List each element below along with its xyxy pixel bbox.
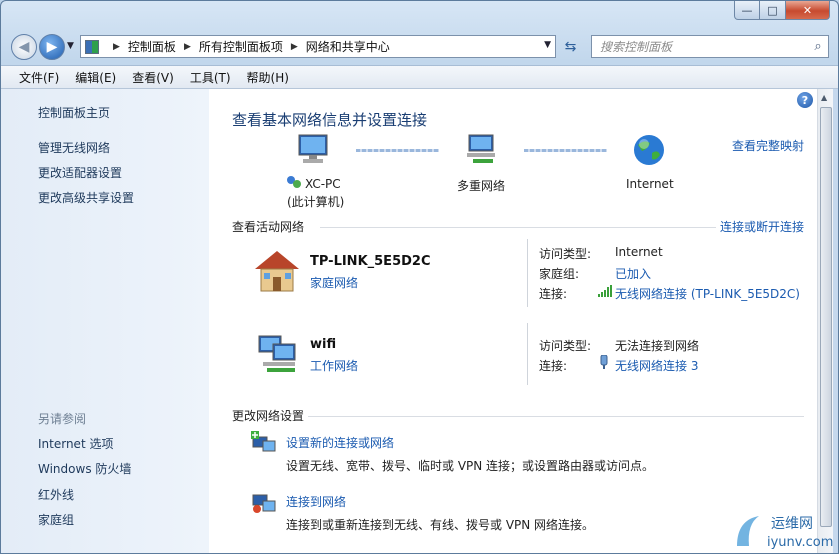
chevron-right-icon[interactable]: ▶ (184, 42, 191, 52)
watermark-logo: 运维网 iyunv.com (737, 516, 833, 550)
breadcrumb-network-center[interactable]: 网络和共享中心 (306, 38, 390, 55)
connect-disconnect-link[interactable]: 连接或断开连接 (720, 218, 804, 235)
wireless-connection-link[interactable]: 无线网络连接 3 (615, 357, 698, 374)
window-frame (833, 89, 838, 553)
network-type-link[interactable]: 工作网络 (310, 357, 358, 374)
access-type-value: 无法连接到网络 (615, 339, 700, 353)
control-panel-icon (85, 39, 99, 54)
homegroup-joined-link[interactable]: 已加入 (615, 265, 651, 282)
maximize-button[interactable]: □ (760, 1, 786, 20)
address-dropdown-icon[interactable]: ▼ (544, 40, 551, 50)
menu-edit[interactable]: 编辑(E) (67, 69, 124, 86)
change-settings-heading: 更改网络设置 (232, 409, 305, 423)
breadcrumb-control-panel[interactable]: 控制面板 (128, 38, 176, 55)
computer-icon[interactable] (295, 133, 335, 167)
search-box[interactable]: 搜索控制面板 ⌕ (591, 35, 829, 58)
menu-help[interactable]: 帮助(H) (239, 69, 297, 86)
network-type-link[interactable]: 家庭网络 (310, 274, 358, 291)
map-link-line (524, 149, 607, 152)
sidebar-item-home[interactable]: 控制面板主页 (38, 104, 110, 121)
chevron-right-icon[interactable]: ▶ (291, 42, 298, 52)
sidebar-item-internet-options[interactable]: Internet 选项 (38, 435, 113, 452)
see-also-heading: 另请参阅 (38, 412, 87, 426)
active-networks-heading: 查看活动网络 (232, 220, 305, 234)
arrow-left-icon: ◀ (18, 39, 30, 55)
wireless-adapter-icon (600, 355, 608, 369)
forward-button[interactable]: ▶ (39, 34, 65, 60)
refresh-button[interactable]: ⇆ (558, 35, 583, 58)
network-name: TP-LINK_5E5D2C (310, 254, 431, 269)
computer-name: XC-PC (305, 177, 341, 191)
wireless-connection-link[interactable]: 无线网络连接 (TP-LINK_5E5D2C) (615, 285, 800, 302)
svg-text:iyunv.com: iyunv.com (767, 535, 833, 550)
sidebar-item-firewall[interactable]: Windows 防火墙 (38, 460, 131, 477)
search-input[interactable]: 搜索控制面板 (600, 38, 808, 55)
divider (527, 323, 528, 385)
menu-file[interactable]: 文件(F) (11, 69, 67, 86)
connection-label: 连接: (539, 287, 568, 301)
address-bar[interactable]: ▶ 控制面板 ▶ 所有控制面板项 ▶ 网络和共享中心 ▼ (80, 35, 556, 58)
access-type-value: Internet (615, 245, 663, 259)
internet-label: Internet (626, 177, 674, 191)
divider (527, 239, 528, 307)
sidebar-item-advanced-sharing[interactable]: 更改高级共享设置 (38, 189, 134, 206)
main-content: ? 查看基本网络信息并设置连接 查看完整映射 XC-PC (此计算机) 多重网络… (209, 89, 817, 553)
recent-pages-dropdown-icon[interactable]: ▼ (67, 41, 74, 51)
connect-to-network-desc: 连接到或重新连接到无线、有线、拨号或 VPN 网络连接。 (286, 518, 595, 532)
breadcrumb-all-items[interactable]: 所有控制面板项 (199, 38, 283, 55)
multiple-networks-icon[interactable] (463, 133, 503, 167)
breadcrumb: ▶ 控制面板 ▶ 所有控制面板项 ▶ 网络和共享中心 (105, 38, 390, 55)
divider (308, 416, 804, 417)
caption-buttons: — □ ✕ (734, 1, 830, 20)
menu-view[interactable]: 查看(V) (124, 69, 182, 86)
page-title: 查看基本网络信息并设置连接 (232, 111, 428, 129)
multiple-networks-label: 多重网络 (457, 179, 506, 193)
sidebar: 控制面板主页 管理无线网络 更改适配器设置 更改高级共享设置 另请参阅 Inte… (1, 89, 209, 553)
work-network-icon[interactable] (255, 332, 303, 378)
search-icon[interactable]: ⌕ (808, 39, 828, 54)
homegroup-label: 家庭组: (539, 267, 580, 281)
connection-label: 连接: (539, 359, 568, 373)
full-map-link[interactable]: 查看完整映射 (732, 137, 804, 154)
refresh-icon: ⇆ (564, 38, 577, 55)
home-network-icon[interactable] (251, 247, 303, 293)
back-button[interactable]: ◀ (11, 34, 37, 60)
globe-icon[interactable] (632, 133, 666, 167)
sidebar-item-manage-wireless[interactable]: 管理无线网络 (38, 139, 110, 156)
signal-strength-icon (598, 285, 612, 297)
computer-sub: (此计算机) (287, 195, 345, 209)
access-type-label: 访问类型: (539, 247, 592, 261)
scroll-up-icon[interactable]: ▲ (821, 93, 827, 102)
access-type-label: 访问类型: (539, 339, 592, 353)
connect-network-icon[interactable] (251, 491, 277, 515)
new-connection-icon[interactable] (251, 431, 277, 455)
menu-tools[interactable]: 工具(T) (182, 69, 239, 86)
divider (320, 227, 716, 228)
vertical-scrollbar[interactable]: ▲ (817, 89, 834, 553)
menu-bar: 文件(F) 编辑(E) 查看(V) 工具(T) 帮助(H) (1, 65, 838, 89)
network-share-icon (287, 176, 301, 188)
chevron-right-icon[interactable]: ▶ (113, 42, 120, 52)
sidebar-item-adapter-settings[interactable]: 更改适配器设置 (38, 164, 122, 181)
explorer-window: — □ ✕ ◀ ▶ ▼ ▶ 控制面板 ▶ 所有控制面板项 ▶ 网络和共享中心 ▼… (0, 0, 839, 554)
help-icon[interactable]: ? (797, 92, 813, 108)
watermark: 运维网 iyunv.com (731, 506, 836, 551)
connect-to-network-link[interactable]: 连接到网络 (286, 493, 346, 510)
map-link-line (356, 149, 439, 152)
network-name: wifi (310, 337, 337, 352)
scrollbar-thumb[interactable] (820, 107, 832, 527)
arrow-right-icon: ▶ (46, 39, 58, 55)
sidebar-item-infrared[interactable]: 红外线 (38, 486, 74, 503)
close-button[interactable]: ✕ (786, 1, 830, 20)
svg-text:运维网: 运维网 (771, 516, 813, 532)
minimize-button[interactable]: — (734, 1, 760, 20)
setup-new-connection-desc: 设置无线、宽带、拨号、临时或 VPN 连接；或设置路由器或访问点。 (286, 459, 655, 473)
setup-new-connection-link[interactable]: 设置新的连接或网络 (286, 434, 394, 451)
sidebar-item-homegroup[interactable]: 家庭组 (38, 511, 74, 528)
